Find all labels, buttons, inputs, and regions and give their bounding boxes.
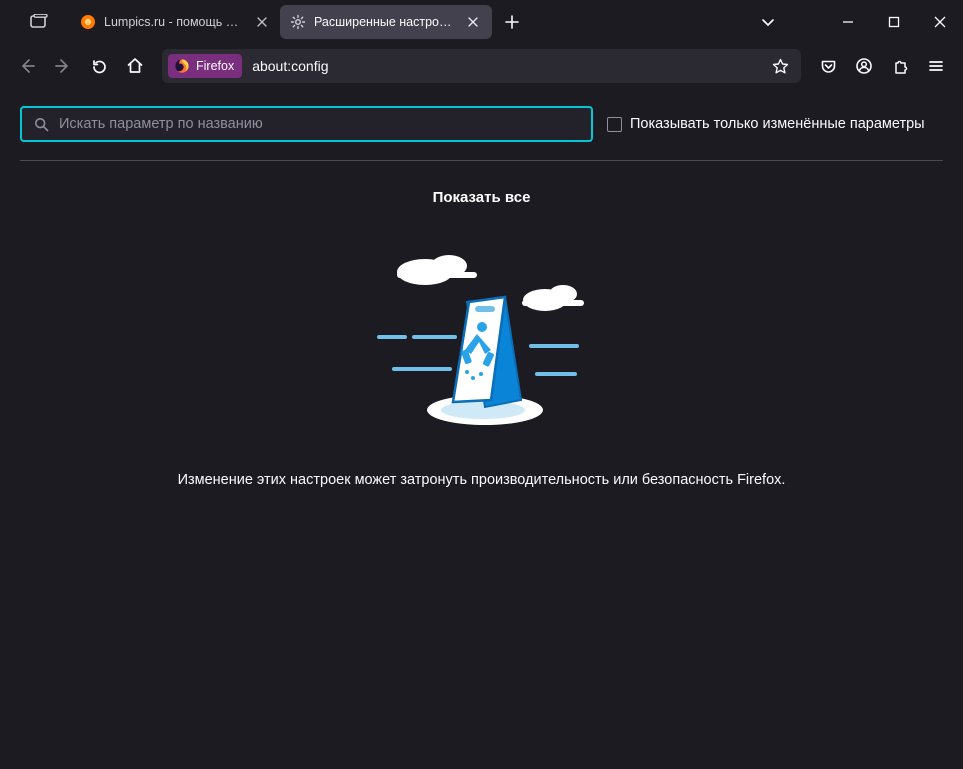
divider xyxy=(20,160,943,161)
warning-text: Изменение этих настроек может затронуть … xyxy=(20,472,943,488)
app-menu-button[interactable] xyxy=(919,49,953,83)
firefox-logo-icon xyxy=(174,58,190,74)
titlebar-left: Lumpics.ru - помощь с компь Расширенные … xyxy=(0,5,528,39)
window-minimize-button[interactable] xyxy=(825,0,871,44)
window-maximize-button[interactable] xyxy=(871,0,917,44)
config-search-input[interactable] xyxy=(59,116,579,132)
home-button[interactable] xyxy=(118,49,152,83)
only-modified-label: Показывать только изменённые параметры xyxy=(630,116,925,132)
tab-label: Lumpics.ru - помощь с компь xyxy=(104,15,243,29)
about-config-content: Показывать только изменённые параметры П… xyxy=(0,88,963,488)
lumpics-favicon-icon xyxy=(80,14,96,30)
url-text: about:config xyxy=(252,58,328,74)
tab-about-config[interactable]: Расширенные настройки xyxy=(280,5,492,39)
list-all-tabs-button[interactable] xyxy=(751,6,785,38)
back-button[interactable] xyxy=(10,49,44,83)
new-tab-button[interactable] xyxy=(496,6,528,38)
tab-lumpics[interactable]: Lumpics.ru - помощь с компь xyxy=(70,5,280,39)
tab-label: Расширенные настройки xyxy=(314,15,453,29)
forward-button[interactable] xyxy=(46,49,80,83)
checkbox-icon xyxy=(607,117,622,132)
identity-label: Firefox xyxy=(196,59,234,73)
urlbar[interactable]: Firefox about:config xyxy=(162,49,801,83)
window-close-button[interactable] xyxy=(917,0,963,44)
tab-strip: Lumpics.ru - помощь с компь Расширенные … xyxy=(70,5,528,39)
config-search-box[interactable] xyxy=(20,106,593,142)
pocket-button[interactable] xyxy=(811,49,845,83)
titlebar: Lumpics.ru - помощь с компь Расширенные … xyxy=(0,0,963,44)
account-button[interactable] xyxy=(847,49,881,83)
tab-close-button[interactable] xyxy=(465,13,482,31)
reload-button[interactable] xyxy=(82,49,116,83)
show-all-button[interactable]: Показать все xyxy=(20,181,943,214)
extensions-button[interactable] xyxy=(883,49,917,83)
warning-illustration xyxy=(20,242,943,432)
only-modified-toggle[interactable]: Показывать только изменённые параметры xyxy=(607,116,925,132)
search-row: Показывать только изменённые параметры xyxy=(20,106,943,142)
search-icon xyxy=(34,117,49,132)
navbar: Firefox about:config xyxy=(0,44,963,88)
tab-overflow-button[interactable] xyxy=(22,6,56,38)
tab-close-button[interactable] xyxy=(255,13,270,31)
gear-icon xyxy=(290,14,306,30)
bookmark-star-button[interactable] xyxy=(767,53,793,79)
identity-box[interactable]: Firefox xyxy=(168,54,242,78)
titlebar-right xyxy=(751,0,963,44)
